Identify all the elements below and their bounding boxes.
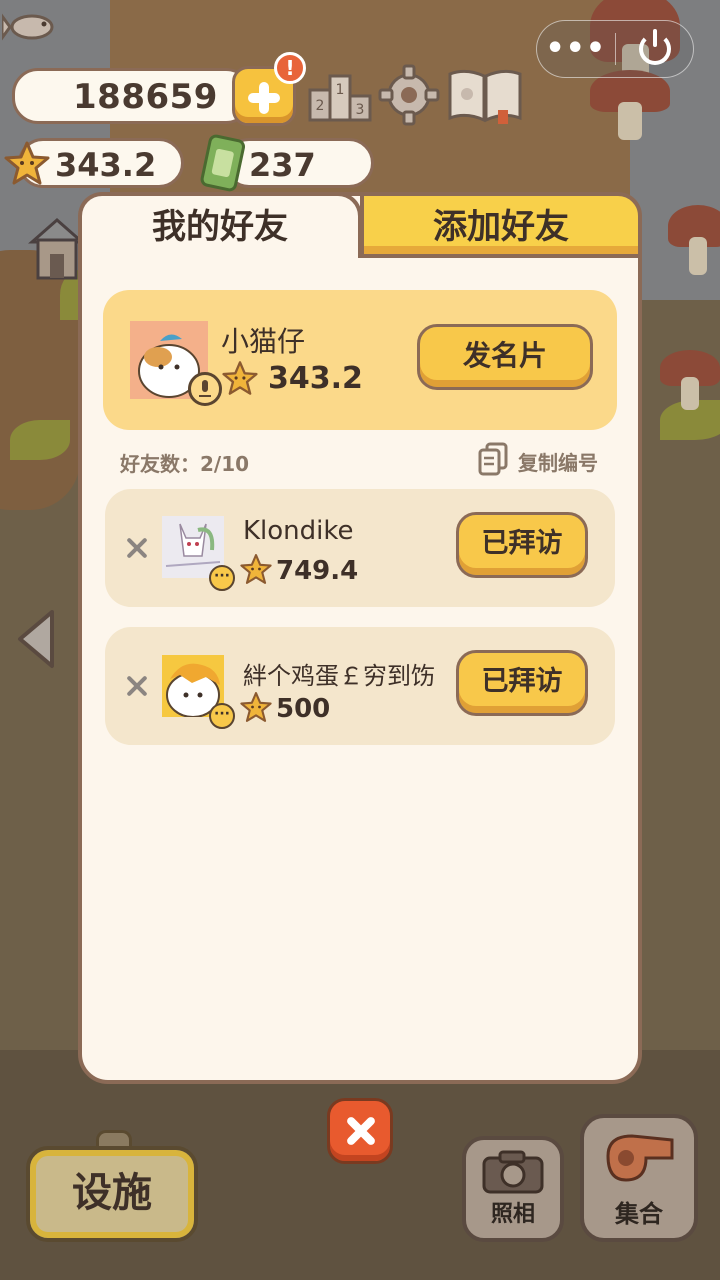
alert-badge: !	[274, 52, 306, 84]
remove-friend-button[interactable]	[126, 675, 148, 697]
star-value: 343.2	[55, 146, 157, 184]
fish-count: 188659	[73, 77, 218, 117]
chat-icon: ···	[209, 565, 235, 591]
visited-button[interactable]: 已拜访	[456, 650, 588, 716]
photo-label: 照相	[490, 1202, 535, 1227]
chat-icon: ···	[209, 703, 235, 729]
my-score: 343.2	[268, 361, 363, 396]
mushroom-decoration	[668, 205, 720, 275]
tab-my-friends[interactable]: 我的好友	[78, 192, 362, 258]
svg-text:3: 3	[356, 102, 365, 118]
friend-count-label: 好友数：2/10	[120, 452, 250, 476]
visited-button[interactable]: 已拜访	[456, 512, 588, 578]
leaf-decoration	[10, 420, 70, 460]
remove-friend-button[interactable]	[126, 537, 148, 559]
mini-program-capsule: •••	[536, 20, 694, 78]
power-icon[interactable]	[616, 20, 694, 78]
svg-text:1: 1	[336, 82, 345, 98]
copy-id-button[interactable]: 复制编号	[518, 447, 598, 476]
friend-name: 絆个鸡蛋￡穷到饬	[243, 662, 435, 690]
mushroom-decoration	[660, 350, 720, 410]
friend-score: 500	[276, 694, 331, 724]
more-menu-button[interactable]: •••	[537, 20, 615, 78]
ticket-pill: 237	[224, 138, 374, 188]
friend-name: Klondike	[243, 516, 354, 546]
gather-label: 集合	[615, 1200, 663, 1228]
camera-icon	[482, 1150, 544, 1194]
my-name: 小猫仔	[221, 325, 306, 358]
rank-icon[interactable]: 2 1 3	[308, 68, 372, 122]
ticket-icon	[200, 134, 246, 192]
close-dialog-button[interactable]	[327, 1098, 393, 1164]
arrow-left-icon[interactable]	[14, 608, 58, 670]
facility-button[interactable]: 设施	[26, 1146, 198, 1242]
whistle-icon	[606, 1134, 674, 1182]
send-card-button[interactable]: 发名片	[417, 324, 593, 390]
tab-add-friend[interactable]: 添加好友	[360, 192, 642, 258]
ticket-count: 237	[249, 146, 316, 184]
svg-text:2: 2	[316, 98, 325, 114]
copy-icon[interactable]	[478, 442, 508, 476]
mushroom-decoration	[590, 70, 670, 140]
star-icon	[240, 554, 272, 584]
gear-icon[interactable]	[378, 64, 440, 126]
voice-icon	[188, 372, 222, 406]
fish-currency-pill: 188659	[12, 68, 252, 124]
friend-score: 749.4	[276, 556, 359, 586]
star-icon	[222, 361, 258, 395]
star-icon	[4, 141, 50, 185]
star-icon	[240, 692, 272, 722]
book-icon[interactable]	[446, 66, 524, 126]
fish-icon	[2, 13, 54, 41]
